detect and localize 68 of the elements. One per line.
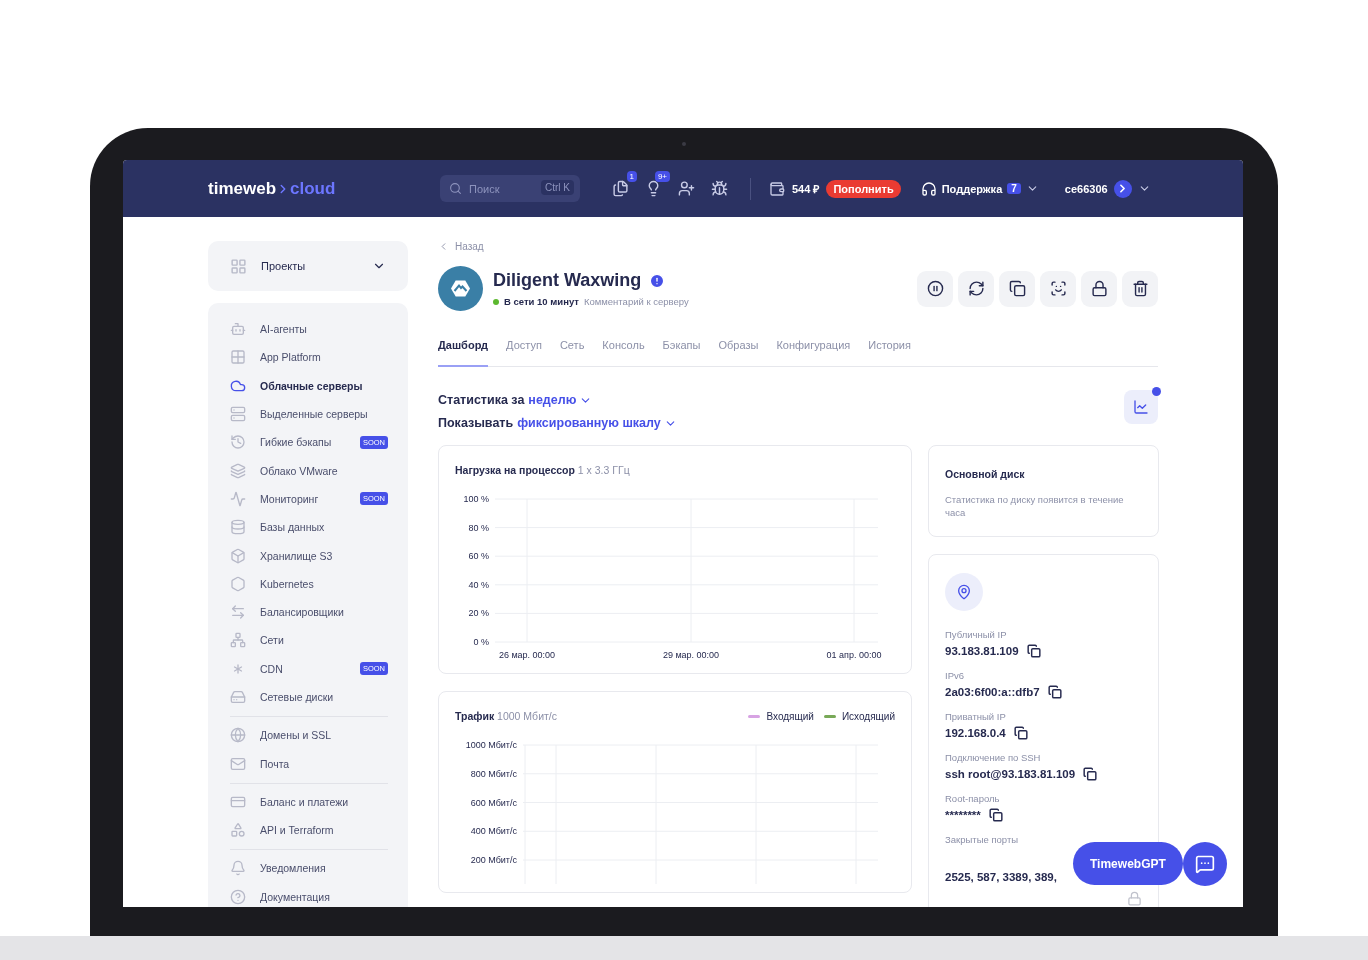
legend-label: Исходящий: [841, 710, 895, 722]
field-value: 2a03:6f00:a::dfb7: [945, 685, 1040, 698]
axis-label: 60 %: [468, 551, 489, 562]
projects-dropdown[interactable]: Проекты: [208, 241, 408, 291]
shortcut-hint: Ctrl K: [541, 180, 574, 195]
card-title: Трафик 1000 Мбит/с: [455, 710, 557, 722]
topup-button[interactable]: Пополнить: [826, 179, 901, 198]
axis-label: 80 %: [468, 522, 489, 533]
balance-amount: 544 ₽: [792, 182, 820, 196]
field-value: ssh root@93.183.81.109: [945, 767, 1076, 780]
sidebar-item[interactable]: Kubernetes: [230, 569, 388, 598]
sidebar-item[interactable]: App Platform: [230, 343, 388, 372]
card-title: Нагрузка на процессор 1 x 3.3 ГГц: [455, 464, 630, 476]
field-label: Публичный IP: [945, 628, 1008, 640]
server-name: Diligent Waxwing: [493, 270, 642, 291]
field-label: IPv6: [945, 669, 965, 681]
sidebar-item[interactable]: AI-агенты: [230, 315, 388, 344]
sidebar-item[interactable]: Почта: [230, 749, 388, 778]
gpt-button[interactable]: TimewebGPT: [1073, 842, 1183, 885]
axis-label: 600 Мбит/с: [470, 797, 517, 808]
count-badge: 7: [1007, 183, 1021, 194]
sidebar-item[interactable]: Домены и SSL: [230, 721, 388, 750]
sidebar-item[interactable]: Баланс и платежи: [230, 787, 388, 817]
axis-label: 40 %: [468, 579, 489, 590]
status-text: В сети 10 минут: [504, 296, 579, 307]
field-value: 93.183.81.109: [945, 644, 1019, 657]
field-label: Подключение по SSH: [945, 751, 1042, 763]
card-title: Основной диск: [945, 468, 1025, 480]
scale-dropdown[interactable]: фиксированную шкалу: [517, 416, 677, 430]
logo-text: timeweb: [208, 178, 277, 199]
axis-label: 800 Мбит/с: [470, 768, 517, 779]
period-dropdown[interactable]: неделю: [528, 393, 593, 407]
field-label: Закрытые порты: [945, 833, 1020, 845]
count-badge: 9+: [654, 171, 670, 182]
tab[interactable]: Дашборд: [438, 333, 489, 367]
stats-label: Показывать: [438, 416, 514, 430]
support-menu[interactable]: Поддержка 7: [920, 180, 1039, 197]
axis-label: 26 мар. 00:00: [498, 650, 556, 660]
sidebar-item[interactable]: Облако VMware: [230, 456, 388, 485]
legend-label: Входящий: [766, 710, 814, 722]
field-value: 2525, 587, 3389, 389,: [945, 871, 1057, 884]
axis-label: 20 %: [468, 608, 489, 619]
axis-label: 0 %: [473, 637, 489, 647]
logo-text: cloud: [290, 178, 336, 199]
sidebar-item[interactable]: Документация: [230, 882, 388, 907]
axis-label: 200 Мбит/с: [470, 855, 517, 865]
axis-label: 01 апр. 00:00: [826, 650, 882, 660]
sidebar-item[interactable]: Сети: [230, 626, 388, 655]
sidebar-item[interactable]: Выделенные серверы: [230, 399, 388, 429]
sidebar-item[interactable]: Уведомления: [230, 854, 388, 883]
axis-label: 29 мар. 00:00: [662, 650, 720, 660]
axis-label: 100 %: [463, 494, 489, 504]
field-value: 192.168.0.4: [945, 726, 1006, 739]
disk-note: Статистика по диску появится в течение часа: [945, 494, 1125, 520]
sidebar-item[interactable]: Балансировщики: [230, 597, 388, 627]
stats-label: Статистика за: [438, 393, 525, 407]
field-label: Приватный IP: [945, 710, 1007, 722]
axis-label: 1000 Мбит/с: [465, 740, 517, 750]
sidebar-item[interactable]: Облачные серверы: [230, 371, 388, 400]
field-value: ********: [945, 808, 981, 821]
sidebar-item[interactable]: Хранилище S3: [230, 541, 388, 570]
sidebar-item[interactable]: API и Terraform: [230, 816, 388, 845]
field-label: Root-пароль: [945, 792, 1001, 804]
sidebar-item[interactable]: Базы данных: [230, 513, 388, 542]
account-menu[interactable]: ce66306: [1064, 179, 1151, 198]
sidebar-item[interactable]: Сетевые диски: [230, 682, 388, 712]
count-badge: 1: [626, 171, 637, 182]
axis-label: 400 Мбит/с: [470, 826, 517, 837]
